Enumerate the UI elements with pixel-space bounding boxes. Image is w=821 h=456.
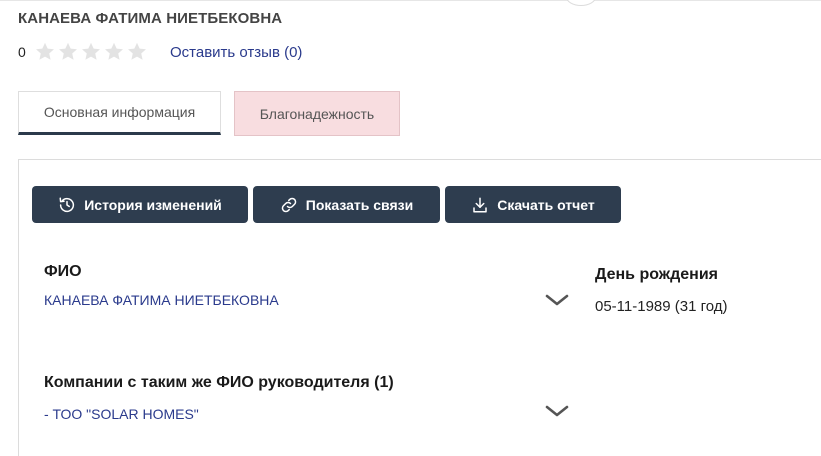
link-icon	[281, 197, 297, 212]
download-report-button-label: Скачать отчет	[497, 196, 595, 213]
leave-review-link[interactable]: Оставить отзыв (0)	[170, 44, 302, 61]
tab-main-info[interactable]: Основная информация	[18, 91, 221, 135]
download-report-button[interactable]: Скачать отчет	[445, 186, 621, 223]
rating-count: 0	[18, 44, 26, 60]
tab-label: Основная информация	[43, 104, 196, 120]
birthday-label: День рождения	[595, 266, 719, 283]
download-icon	[473, 197, 488, 212]
history-icon	[59, 197, 75, 212]
chevron-down-icon[interactable]	[544, 292, 570, 308]
tab-reliability[interactable]: Благонадежность	[234, 91, 400, 136]
star-icon[interactable]	[126, 41, 148, 63]
top-divider	[0, 0, 821, 1]
star-icon[interactable]	[57, 41, 79, 63]
company-link[interactable]: - ТОО "SOLAR HOMES"	[44, 406, 199, 422]
history-button[interactable]: История изменений	[32, 186, 248, 223]
star-icon[interactable]	[34, 41, 56, 63]
history-button-label: История изменений	[84, 196, 222, 213]
rating-stars[interactable]	[34, 41, 148, 63]
star-icon[interactable]	[80, 41, 102, 63]
tab-label: Благонадежность	[259, 105, 375, 122]
rating-row: 0 Оставить отзыв (0)	[18, 40, 302, 64]
fio-label: ФИО	[44, 263, 82, 280]
show-links-button-label: Показать связи	[305, 196, 414, 213]
company-person-page: КАНАЕВА ФАТИМА НИЕТБЕКОВНА 0 Оставить от…	[0, 0, 821, 456]
page-title: КАНАЕВА ФАТИМА НИЕТБЕКОВНА	[18, 10, 283, 27]
companies-label: Компании с таким же ФИО руководителя (1)	[44, 374, 394, 391]
chevron-down-icon[interactable]	[544, 403, 570, 419]
show-links-button[interactable]: Показать связи	[253, 186, 440, 223]
top-control[interactable]	[566, 0, 596, 6]
fio-value-link[interactable]: КАНАЕВА ФАТИМА НИЕТБЕКОВНА	[44, 292, 279, 308]
birthday-value: 05-11-1989 (31 год)	[595, 298, 728, 315]
star-icon[interactable]	[103, 41, 125, 63]
